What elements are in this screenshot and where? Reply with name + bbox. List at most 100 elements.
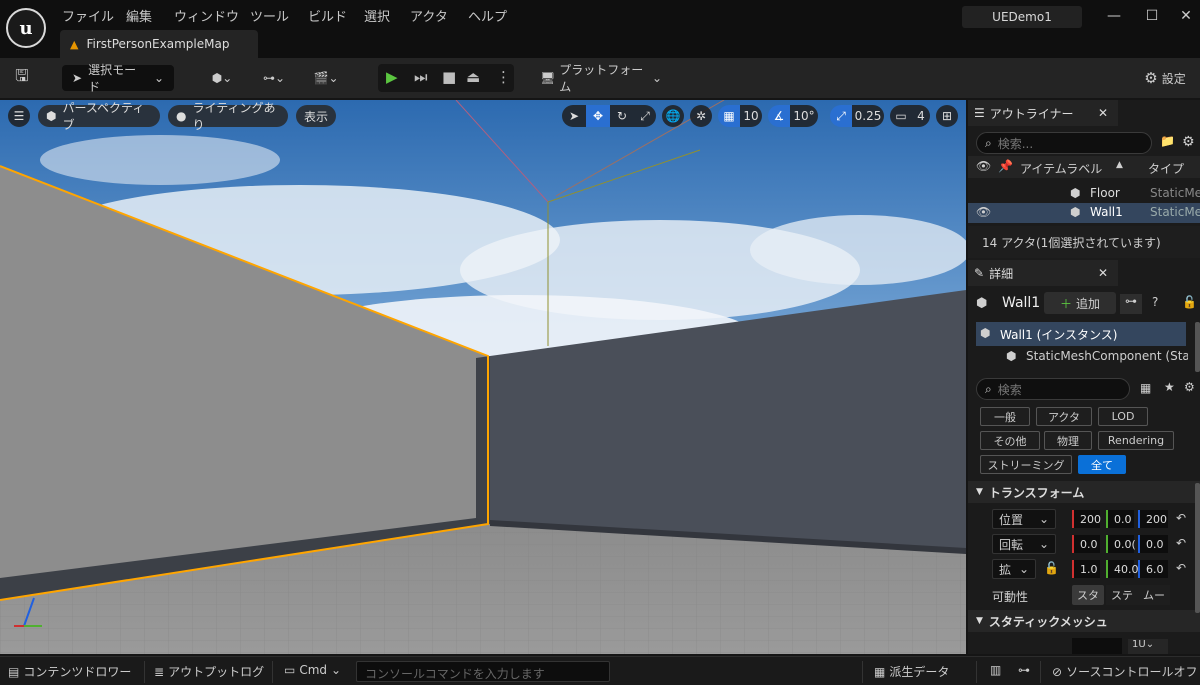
filter-misc[interactable]: その他	[980, 431, 1040, 450]
outliner-row-wall1[interactable]: 👁 ⬢ Wall1 StaticMe	[968, 203, 1200, 223]
lighting-dropdown[interactable]: ● ライティングあり	[168, 101, 288, 132]
star-icon[interactable]: ★	[1164, 380, 1175, 394]
rotation-x[interactable]: 0.0	[1072, 535, 1100, 553]
rotate-tool-icon[interactable]: ↻	[610, 105, 634, 127]
location-z[interactable]: 200	[1138, 510, 1168, 528]
menu-edit[interactable]: 編集	[126, 6, 152, 25]
stats-icon[interactable]: ▥	[990, 663, 1001, 677]
location-x[interactable]: 200	[1072, 510, 1101, 528]
menu-build[interactable]: ビルド	[308, 6, 347, 25]
menu-file[interactable]: ファイル	[62, 6, 114, 25]
eye-icon[interactable]: 👁	[976, 205, 991, 219]
table-view-icon[interactable]: ▦	[1140, 381, 1151, 395]
component-row[interactable]: ⬢ StaticMeshComponent (Static	[976, 346, 1188, 368]
help-icon[interactable]: ?	[1152, 295, 1158, 309]
maximize-icon[interactable]: ☐	[1142, 8, 1162, 28]
outliner-row-floor[interactable]: ⬢ Floor StaticMe	[968, 184, 1200, 203]
mesh-thumbnail[interactable]	[1072, 638, 1122, 654]
play-options-icon[interactable]: ⋮	[496, 68, 511, 86]
output-log-button[interactable]: ≣ アウトプットログ	[154, 663, 264, 680]
static-mesh-section[interactable]: ▼ スタティックメッシュ	[968, 610, 1200, 632]
cinematics-icon[interactable]: 🎬⌄	[308, 65, 344, 91]
close-icon[interactable]: ✕	[1098, 266, 1108, 280]
reset-icon[interactable]: ↶	[1176, 561, 1186, 575]
scale-y[interactable]: 40.0	[1106, 560, 1139, 578]
location-dropdown[interactable]: 位置 ⌄	[992, 509, 1056, 529]
platform-dropdown[interactable]: 🖥 プラットフォーム ⌄	[540, 63, 662, 94]
play-icon[interactable]: ▶	[386, 68, 398, 86]
scale-x[interactable]: 1.0	[1072, 560, 1100, 578]
level-viewport[interactable]: ☰ ⬢ パースペクティブ ● ライティングあり 表示 ➤ ✥ ↻ ⤢ 🌐 ✲ ▦…	[0, 100, 966, 654]
content-drawer-button[interactable]: ▤ コンテンツドロワー	[8, 663, 131, 680]
rotation-snap-value[interactable]: 10°	[790, 105, 818, 127]
rotation-y[interactable]: 0.0(	[1106, 535, 1136, 553]
rotation-dropdown[interactable]: 回転 ⌄	[992, 534, 1056, 554]
properties-scrollbar[interactable]	[1195, 483, 1200, 613]
details-tab[interactable]: ✎ 詳細 ✕	[968, 260, 1118, 286]
blueprint-icon[interactable]: ⊶⌄	[256, 65, 292, 91]
minimize-icon[interactable]: —	[1104, 8, 1124, 28]
add-folder-icon[interactable]: 📁	[1160, 134, 1175, 148]
gear-icon[interactable]: ⚙	[1184, 380, 1195, 394]
mesh-dropdown[interactable]: 1U⌄	[1128, 639, 1168, 654]
console-input[interactable]: コンソールコマンドを入力します	[356, 661, 610, 682]
filter-lod[interactable]: LOD	[1098, 407, 1148, 426]
source-control-button[interactable]: ⊘ ソースコントロールオフ	[1052, 663, 1197, 680]
location-y[interactable]: 0.0	[1106, 510, 1134, 528]
select-mode-dropdown[interactable]: ➤ 選択モード ⌄	[62, 63, 174, 94]
unreal-logo-icon[interactable]: u	[6, 8, 46, 48]
instance-row[interactable]: ⬢ Wall1 (インスタンス)	[976, 322, 1186, 346]
world-local-icon[interactable]: 🌐	[662, 105, 684, 127]
filter-all[interactable]: 全て	[1078, 455, 1126, 474]
mobility-movable[interactable]: ムー	[1138, 585, 1170, 605]
filter-streaming[interactable]: ストリーミング	[980, 455, 1072, 474]
menu-actor[interactable]: アクタ	[410, 6, 448, 25]
source-control-status-icon[interactable]: ⊶	[1018, 663, 1030, 677]
scale-snap-value[interactable]: 0.25	[852, 105, 884, 127]
scale-tool-icon[interactable]: ⤢	[634, 105, 656, 127]
menu-help[interactable]: ヘルプ	[468, 6, 507, 25]
stop-icon[interactable]: ■	[442, 68, 456, 86]
col-type[interactable]: タイプ	[1148, 160, 1184, 177]
viewport-menu-icon[interactable]: ☰	[8, 105, 30, 127]
gear-icon[interactable]: ⚙	[1182, 134, 1195, 150]
filter-rendering[interactable]: Rendering	[1098, 431, 1174, 450]
reset-icon[interactable]: ↶	[1176, 511, 1186, 525]
outliner-tab[interactable]: ☰ アウトライナー ✕	[968, 100, 1118, 126]
filter-actor[interactable]: アクタ	[1036, 407, 1092, 426]
transform-section[interactable]: ▼ トランスフォーム	[968, 481, 1200, 503]
col-item-label[interactable]: アイテムラベル	[1020, 160, 1102, 177]
menu-select[interactable]: 選択	[364, 6, 390, 25]
pin-icon[interactable]: 📌	[998, 159, 1013, 173]
filter-physics[interactable]: 物理	[1044, 431, 1092, 450]
scale-dropdown[interactable]: 拡 ⌄	[992, 559, 1036, 579]
mobility-static[interactable]: スタ	[1072, 585, 1104, 605]
details-scrollbar[interactable]	[1195, 322, 1200, 372]
cmd-dropdown[interactable]: ▭ Cmd ⌄	[284, 663, 341, 677]
surface-snap-icon[interactable]: ✲	[690, 105, 712, 127]
save-icon[interactable]: 🖫	[10, 65, 34, 91]
mobility-stationary[interactable]: ステ	[1106, 585, 1138, 605]
close-icon[interactable]: ✕	[1098, 106, 1108, 120]
show-button[interactable]: 表示	[296, 105, 336, 127]
menu-window[interactable]: ウィンドウ	[174, 6, 239, 25]
perspective-dropdown[interactable]: ⬢ パースペクティブ	[38, 101, 160, 132]
outliner-search-input[interactable]: ⌕ 検索...	[976, 132, 1152, 154]
settings-button[interactable]: ⚙ 設定	[1132, 65, 1198, 91]
viewport-scene[interactable]	[0, 100, 966, 654]
filter-general[interactable]: 一般	[980, 407, 1030, 426]
lock-icon[interactable]: 🔓	[1182, 295, 1197, 309]
camera-speed-icon[interactable]: ▭	[890, 105, 912, 127]
rotation-z[interactable]: 0.0	[1138, 535, 1168, 553]
map-tab[interactable]: ▲ FirstPersonExampleMap	[60, 30, 258, 58]
eject-icon[interactable]: ⏏	[466, 68, 480, 86]
layout-icon[interactable]: ⊞	[936, 105, 958, 127]
rotation-snap-icon[interactable]: ∡	[768, 105, 790, 127]
scale-snap-icon[interactable]: ⤢	[830, 105, 852, 127]
add-actor-icon[interactable]: ⬢⌄	[204, 65, 240, 91]
step-icon[interactable]: ⏭	[414, 68, 428, 86]
reset-icon[interactable]: ↶	[1176, 536, 1186, 550]
grid-snap-value[interactable]: 10	[740, 105, 762, 127]
translate-tool-icon[interactable]: ✥	[586, 105, 610, 127]
derived-data-button[interactable]: ▦ 派生データ	[874, 663, 949, 680]
